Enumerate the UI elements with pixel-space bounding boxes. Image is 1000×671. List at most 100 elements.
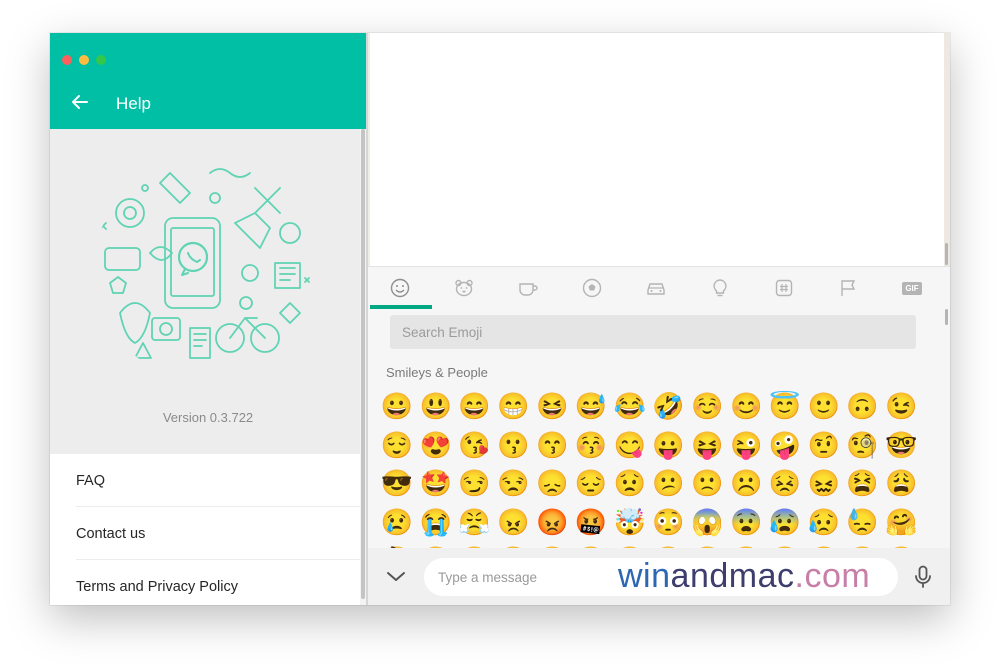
divider xyxy=(76,506,360,507)
help-panel: Help Version 0.3.722 FAQ Contact us Term… xyxy=(50,33,366,605)
whatsapp-doodle-illustration xyxy=(90,153,322,385)
tab-gif[interactable]: GIF xyxy=(880,267,944,309)
emoji-item[interactable]: 😔 xyxy=(572,464,610,502)
tab-objects[interactable] xyxy=(688,267,752,309)
help-menu: FAQ Contact us Terms and Privacy Policy xyxy=(50,454,360,605)
emoji-item[interactable]: 😆 xyxy=(533,387,571,425)
emoji-item[interactable]: 😩 xyxy=(882,464,918,502)
watermark-logo: winandmac.com xyxy=(618,557,870,596)
animal-icon xyxy=(455,279,473,297)
emoji-item[interactable]: 😳 xyxy=(650,503,688,541)
emoji-item[interactable]: 😇 xyxy=(766,387,804,425)
emoji-item[interactable]: 😣 xyxy=(766,464,804,502)
emoji-item[interactable]: 😍 xyxy=(417,426,455,464)
scrollbar-thumb[interactable] xyxy=(361,129,365,599)
flag-icon xyxy=(841,280,856,296)
emoji-item[interactable]: 😉 xyxy=(882,387,918,425)
minimize-window-button[interactable] xyxy=(79,55,89,65)
menu-item-terms-privacy[interactable]: Terms and Privacy Policy xyxy=(76,579,360,595)
smiley-icon xyxy=(390,278,410,298)
emoji-item[interactable]: 😊 xyxy=(727,387,765,425)
emoji-item[interactable]: 😄 xyxy=(456,387,494,425)
emoji-item[interactable]: 🤩 xyxy=(417,464,455,502)
tab-travel[interactable] xyxy=(624,267,688,309)
emoji-item[interactable]: 😟 xyxy=(611,464,649,502)
emoji-item[interactable]: 🤗 xyxy=(882,503,918,541)
scrollbar-thumb[interactable] xyxy=(945,243,948,265)
emoji-item[interactable]: 😰 xyxy=(766,503,804,541)
emoji-item[interactable]: ☹️ xyxy=(727,464,765,502)
soccer-ball-icon xyxy=(582,278,602,298)
emoji-item[interactable]: 😌 xyxy=(378,426,416,464)
emoji-item[interactable]: 😋 xyxy=(611,426,649,464)
emoji-item[interactable]: 😏 xyxy=(456,464,494,502)
emoji-item[interactable]: 🙁 xyxy=(688,464,726,502)
emoji-item[interactable]: 😅 xyxy=(572,387,610,425)
tab-activity[interactable] xyxy=(560,267,624,309)
emoji-item[interactable]: 😚 xyxy=(572,426,610,464)
lightbulb-icon xyxy=(713,279,727,297)
emoji-item[interactable]: 😜 xyxy=(727,426,765,464)
car-icon xyxy=(647,283,665,295)
emoji-item[interactable]: ☺️ xyxy=(688,387,726,425)
emoji-item[interactable]: 🤨 xyxy=(805,426,843,464)
app-window: Help Version 0.3.722 FAQ Contact us Term… xyxy=(50,33,950,605)
tab-smileys[interactable] xyxy=(368,267,432,309)
tab-symbols[interactable] xyxy=(752,267,816,309)
emoji-category-tabs: GIF xyxy=(368,267,950,309)
coffee-cup-icon xyxy=(519,283,538,296)
emoji-item[interactable]: 😖 xyxy=(805,464,843,502)
emoji-item[interactable]: 😛 xyxy=(650,426,688,464)
emoji-item[interactable]: 😙 xyxy=(533,426,571,464)
emoji-search-input[interactable] xyxy=(390,315,914,349)
emoji-item[interactable]: 😗 xyxy=(494,426,532,464)
watermark-part: win xyxy=(618,557,671,595)
emoji-item[interactable]: 😁 xyxy=(494,387,532,425)
emoji-item[interactable]: 😂 xyxy=(611,387,649,425)
emoji-item[interactable]: 😠 xyxy=(494,503,532,541)
emoji-item[interactable]: 😫 xyxy=(844,464,882,502)
emoji-item[interactable]: 😱 xyxy=(688,503,726,541)
emoji-item[interactable]: 🤓 xyxy=(882,426,918,464)
menu-item-contact-us[interactable]: Contact us xyxy=(76,526,360,542)
chevron-down-icon[interactable] xyxy=(386,570,406,584)
emoji-item[interactable]: 😀 xyxy=(378,387,416,425)
arrow-left-icon[interactable] xyxy=(70,92,90,112)
tab-food[interactable] xyxy=(496,267,560,309)
emoji-item[interactable]: 😞 xyxy=(533,464,571,502)
symbols-icon xyxy=(775,279,793,297)
microphone-icon[interactable] xyxy=(912,565,934,589)
emoji-category-label: Smileys & People xyxy=(386,365,488,380)
emoji-item[interactable]: 😨 xyxy=(727,503,765,541)
emoji-item[interactable]: 🧐 xyxy=(844,426,882,464)
emoji-item[interactable]: 😭 xyxy=(417,503,455,541)
emoji-item[interactable]: 😓 xyxy=(844,503,882,541)
emoji-item[interactable]: 😕 xyxy=(650,464,688,502)
chat-scrollbar[interactable] xyxy=(944,33,950,266)
emoji-item[interactable]: 😃 xyxy=(417,387,455,425)
emoji-item[interactable]: 😡 xyxy=(533,503,571,541)
emoji-item[interactable]: 🤬 xyxy=(572,503,610,541)
emoji-item[interactable]: 🙂 xyxy=(805,387,843,425)
tab-flags[interactable] xyxy=(816,267,880,309)
close-window-button[interactable] xyxy=(62,55,72,65)
emoji-item[interactable]: 🤪 xyxy=(766,426,804,464)
scrollbar-thumb[interactable] xyxy=(945,309,948,325)
watermark-part: andmac xyxy=(670,557,795,595)
emoji-item[interactable]: 😤 xyxy=(456,503,494,541)
zoom-window-button[interactable] xyxy=(96,55,106,65)
emoji-item[interactable]: 😘 xyxy=(456,426,494,464)
emoji-item[interactable]: 😢 xyxy=(378,503,416,541)
emoji-item[interactable]: 🤣 xyxy=(650,387,688,425)
version-text: Version 0.3.722 xyxy=(162,410,254,425)
emoji-item[interactable]: 😒 xyxy=(494,464,532,502)
emoji-item[interactable]: 😎 xyxy=(378,464,416,502)
emoji-item[interactable]: 🤯 xyxy=(611,503,649,541)
emoji-item[interactable]: 😝 xyxy=(688,426,726,464)
menu-item-faq[interactable]: FAQ xyxy=(76,473,360,489)
emoji-scrollbar[interactable] xyxy=(944,309,950,549)
emoji-item[interactable]: 😥 xyxy=(805,503,843,541)
tab-animals[interactable] xyxy=(432,267,496,309)
emoji-item[interactable]: 🙃 xyxy=(844,387,882,425)
gif-icon: GIF xyxy=(902,281,922,295)
